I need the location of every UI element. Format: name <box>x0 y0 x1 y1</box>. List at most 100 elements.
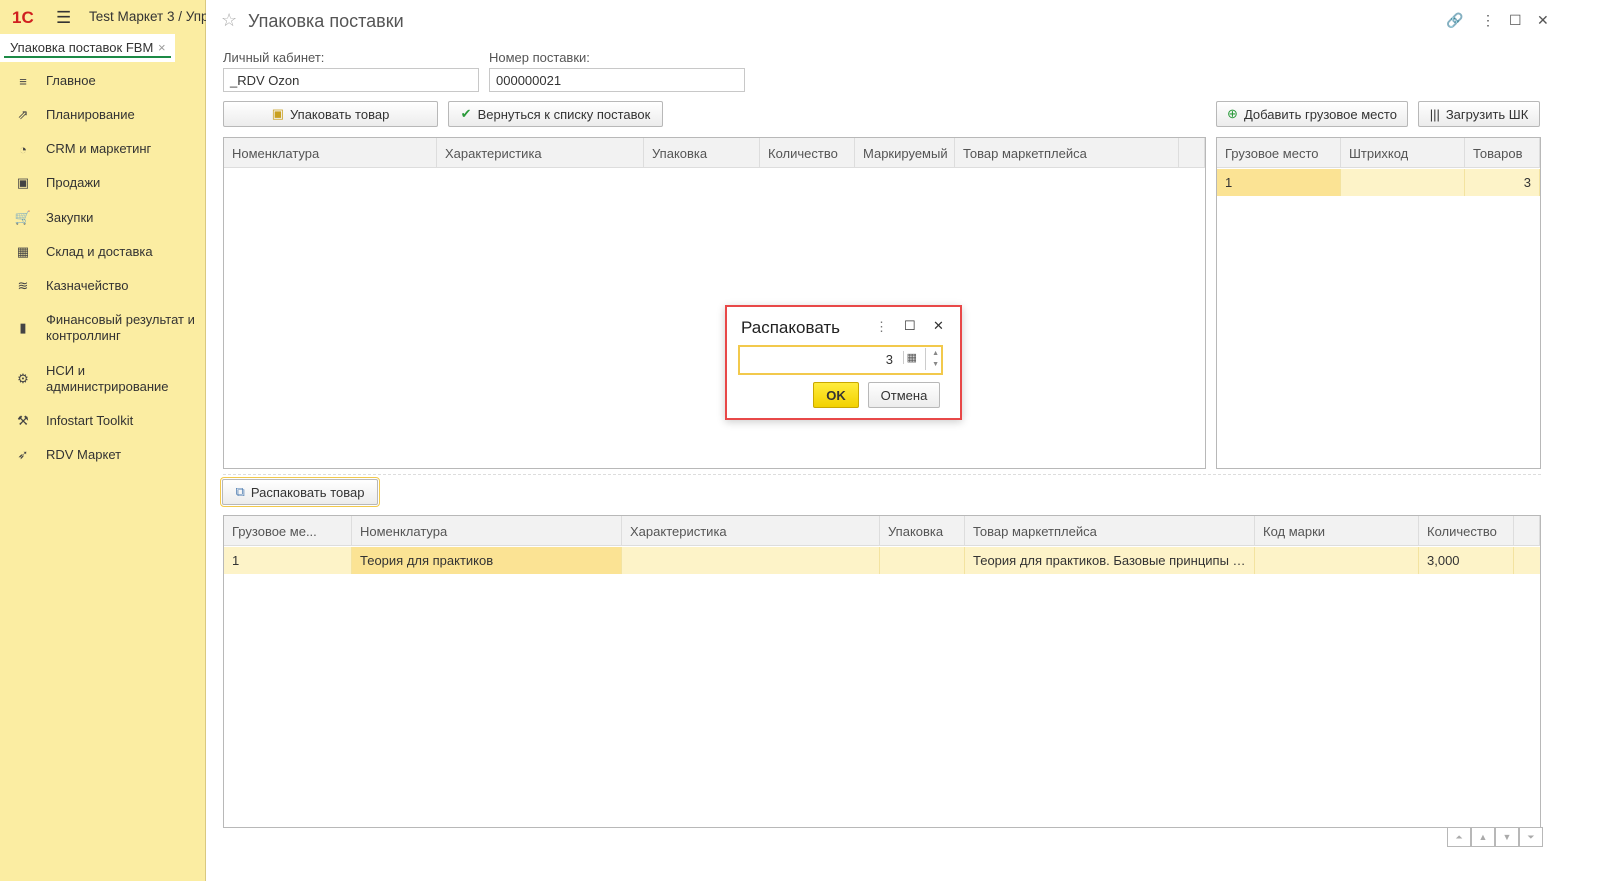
table-cell <box>1255 547 1419 574</box>
sidebar-item[interactable]: ◔ CRM и маркетинг <box>0 132 206 166</box>
sidebar-item-label: Финансовый результат и контроллинг <box>46 312 195 343</box>
column-header[interactable]: Товар маркетплейса <box>955 138 1179 167</box>
table-row[interactable]: 1 3 <box>1217 169 1540 196</box>
spin-icon[interactable]: ▲ ▼ <box>925 348 939 370</box>
column-header[interactable]: Маркируемый <box>855 138 955 167</box>
column-header[interactable]: Характеристика <box>622 516 880 545</box>
sidebar-item[interactable]: ➶ RDV Маркет <box>0 438 206 472</box>
tab-label: Упаковка поставок FBM <box>10 40 154 55</box>
header-filler <box>1179 138 1205 167</box>
sidebar-item-label: Главное <box>46 73 96 88</box>
more-icon[interactable]: ⋮ <box>1481 12 1495 29</box>
menu-icon[interactable]: ☰ <box>56 8 71 28</box>
close-icon[interactable]: ✕ <box>1537 12 1549 29</box>
table-cell: Теория для практиков <box>352 547 622 574</box>
sidebar-item[interactable]: 🛒 Закупки <box>0 201 206 235</box>
pack-button[interactable]: ▣ Упаковать товар <box>223 101 438 127</box>
sidebar-item-label: Планирование <box>46 107 135 122</box>
number-field[interactable]: 000000021 <box>489 68 745 92</box>
sidebar-item[interactable]: ⇗ Планирование <box>0 98 206 132</box>
unpack-dialog: Распаковать ⋮ ☐ ✕ 3 ▦ ▲ ▼ OK Отмена <box>725 305 962 420</box>
app-title: Test Маркет 3 / Управление <box>89 9 206 24</box>
table-cell <box>880 547 965 574</box>
first-icon[interactable]: ⏶ <box>1447 827 1471 847</box>
column-header[interactable]: Грузовое ме... <box>224 516 352 545</box>
section-icon: ➶ <box>17 447 29 462</box>
more-icon[interactable]: ⋮ <box>875 319 888 335</box>
maximize-icon[interactable]: ☐ <box>904 318 916 334</box>
section-icon: ▦ <box>16 244 30 259</box>
column-header[interactable]: Количество <box>760 138 855 167</box>
link-icon[interactable]: 🔗 <box>1446 12 1463 29</box>
pack-label: Упаковать товар <box>289 106 390 122</box>
column-header[interactable]: Грузовое место <box>1217 138 1341 167</box>
sidebar-item[interactable]: ⚒ Infostart Toolkit <box>0 404 206 438</box>
check-icon: ✔ <box>460 106 472 121</box>
section-icon: ◔ <box>19 141 27 157</box>
sidebar-item-label: Infostart Toolkit <box>46 413 134 428</box>
section-icon: ▮ <box>19 320 27 335</box>
tab-packaging[interactable]: Упаковка поставок FBM × <box>0 34 175 62</box>
column-header[interactable]: Упаковка <box>880 516 965 545</box>
sidebar-item[interactable]: ≡ Главное <box>0 64 206 98</box>
column-header[interactable]: Товар маркетплейса <box>965 516 1255 545</box>
number-label: Номер поставки: <box>489 50 590 65</box>
column-header[interactable]: Штрихкод <box>1341 138 1465 167</box>
top-bar: 1С ☰ Test Маркет 3 / Управление <box>0 0 206 34</box>
sidebar-item-label: Казначейство <box>46 278 129 293</box>
column-header[interactable]: Количество <box>1419 516 1514 545</box>
section-icon: 🛒 <box>14 210 32 225</box>
last-icon[interactable]: ⏷ <box>1519 827 1543 847</box>
page-title: Упаковка поставки <box>248 11 404 31</box>
up-icon[interactable]: ▲ <box>1471 827 1495 847</box>
section-icon: ≋ <box>17 278 29 293</box>
table-row[interactable]: 1 Теория для практиков Теория для практико… <box>224 547 1540 574</box>
quantity-value: 3 <box>885 352 893 367</box>
column-header[interactable]: Номенклатура <box>352 516 622 545</box>
calculator-icon[interactable]: ▦ <box>902 351 917 364</box>
close-icon[interactable]: × <box>158 40 166 55</box>
quantity-input[interactable]: 3 ▦ ▲ ▼ <box>738 345 943 375</box>
box-icon: ▣ <box>271 106 284 121</box>
column-header[interactable]: Характеристика <box>437 138 644 167</box>
add-place-button[interactable]: ⊕ Добавить грузовое место <box>1216 101 1408 127</box>
column-header[interactable]: Товаров <box>1465 138 1540 167</box>
1c-logo: 1С <box>12 8 34 27</box>
sidebar-item-label: RDV Маркет <box>46 447 122 462</box>
cancel-button[interactable]: Отмена <box>868 382 940 408</box>
splitter[interactable] <box>223 474 1541 475</box>
places-table[interactable]: Грузовое место Штрихкод Товаров 1 3 <box>1216 137 1541 469</box>
star-icon[interactable]: ☆ <box>221 10 237 31</box>
back-button[interactable]: ✔ Вернуться к списку поставок <box>448 101 663 127</box>
sidebar-item-label: Продажи <box>46 175 101 190</box>
unpack-icon: ⧉ <box>235 484 245 499</box>
maximize-icon[interactable]: ☐ <box>1509 12 1522 29</box>
column-header[interactable]: Упаковка <box>644 138 760 167</box>
down-icon[interactable]: ▼ <box>1495 827 1519 847</box>
section-icon: ▣ <box>16 175 30 190</box>
section-icon: ⚙ <box>17 371 29 386</box>
table-nav: ⏶ ▲ ▼ ⏷ <box>1447 827 1543 847</box>
account-field[interactable]: _RDV Ozon <box>223 68 479 92</box>
sidebar-item[interactable]: ▦ Склад и доставка <box>0 235 206 269</box>
load-barcode-button[interactable]: ||| Загрузить ШК <box>1418 101 1540 127</box>
table-cell: 1 <box>224 547 352 574</box>
cell-place: 1 <box>1217 169 1341 196</box>
unpack-button[interactable]: ⧉ Распаковать товар <box>220 477 380 507</box>
close-icon[interactable]: ✕ <box>933 318 944 334</box>
items-table[interactable]: Номенклатура Характеристика Упаковка Количе… <box>223 137 1206 469</box>
table-cell: Теория для практиков. Базовые принципы б… <box>965 547 1255 574</box>
unpack-label: Распаковать товар <box>250 484 365 500</box>
sidebar-item[interactable]: ▮ Финансовый результат и контроллинг <box>0 303 206 353</box>
sidebar-item[interactable]: ⚙ НСИ и администрирование <box>0 354 206 404</box>
sidebar-item[interactable]: ≋ Казначейство <box>0 269 206 303</box>
table-cell: 3,000 <box>1419 547 1514 574</box>
sidebar: 1С ☰ Test Маркет 3 / Управление Упаковка… <box>0 0 206 881</box>
section-icon: ⚒ <box>17 413 29 428</box>
ok-button[interactable]: OK <box>813 382 859 408</box>
cell-count: 3 <box>1465 169 1540 196</box>
column-header[interactable]: Код марки <box>1255 516 1419 545</box>
column-header[interactable]: Номенклатура <box>224 138 437 167</box>
sidebar-item[interactable]: ▣ Продажи <box>0 166 206 200</box>
packed-items-table[interactable]: Грузовое ме... Номенклатура Характеристика… <box>223 515 1541 828</box>
